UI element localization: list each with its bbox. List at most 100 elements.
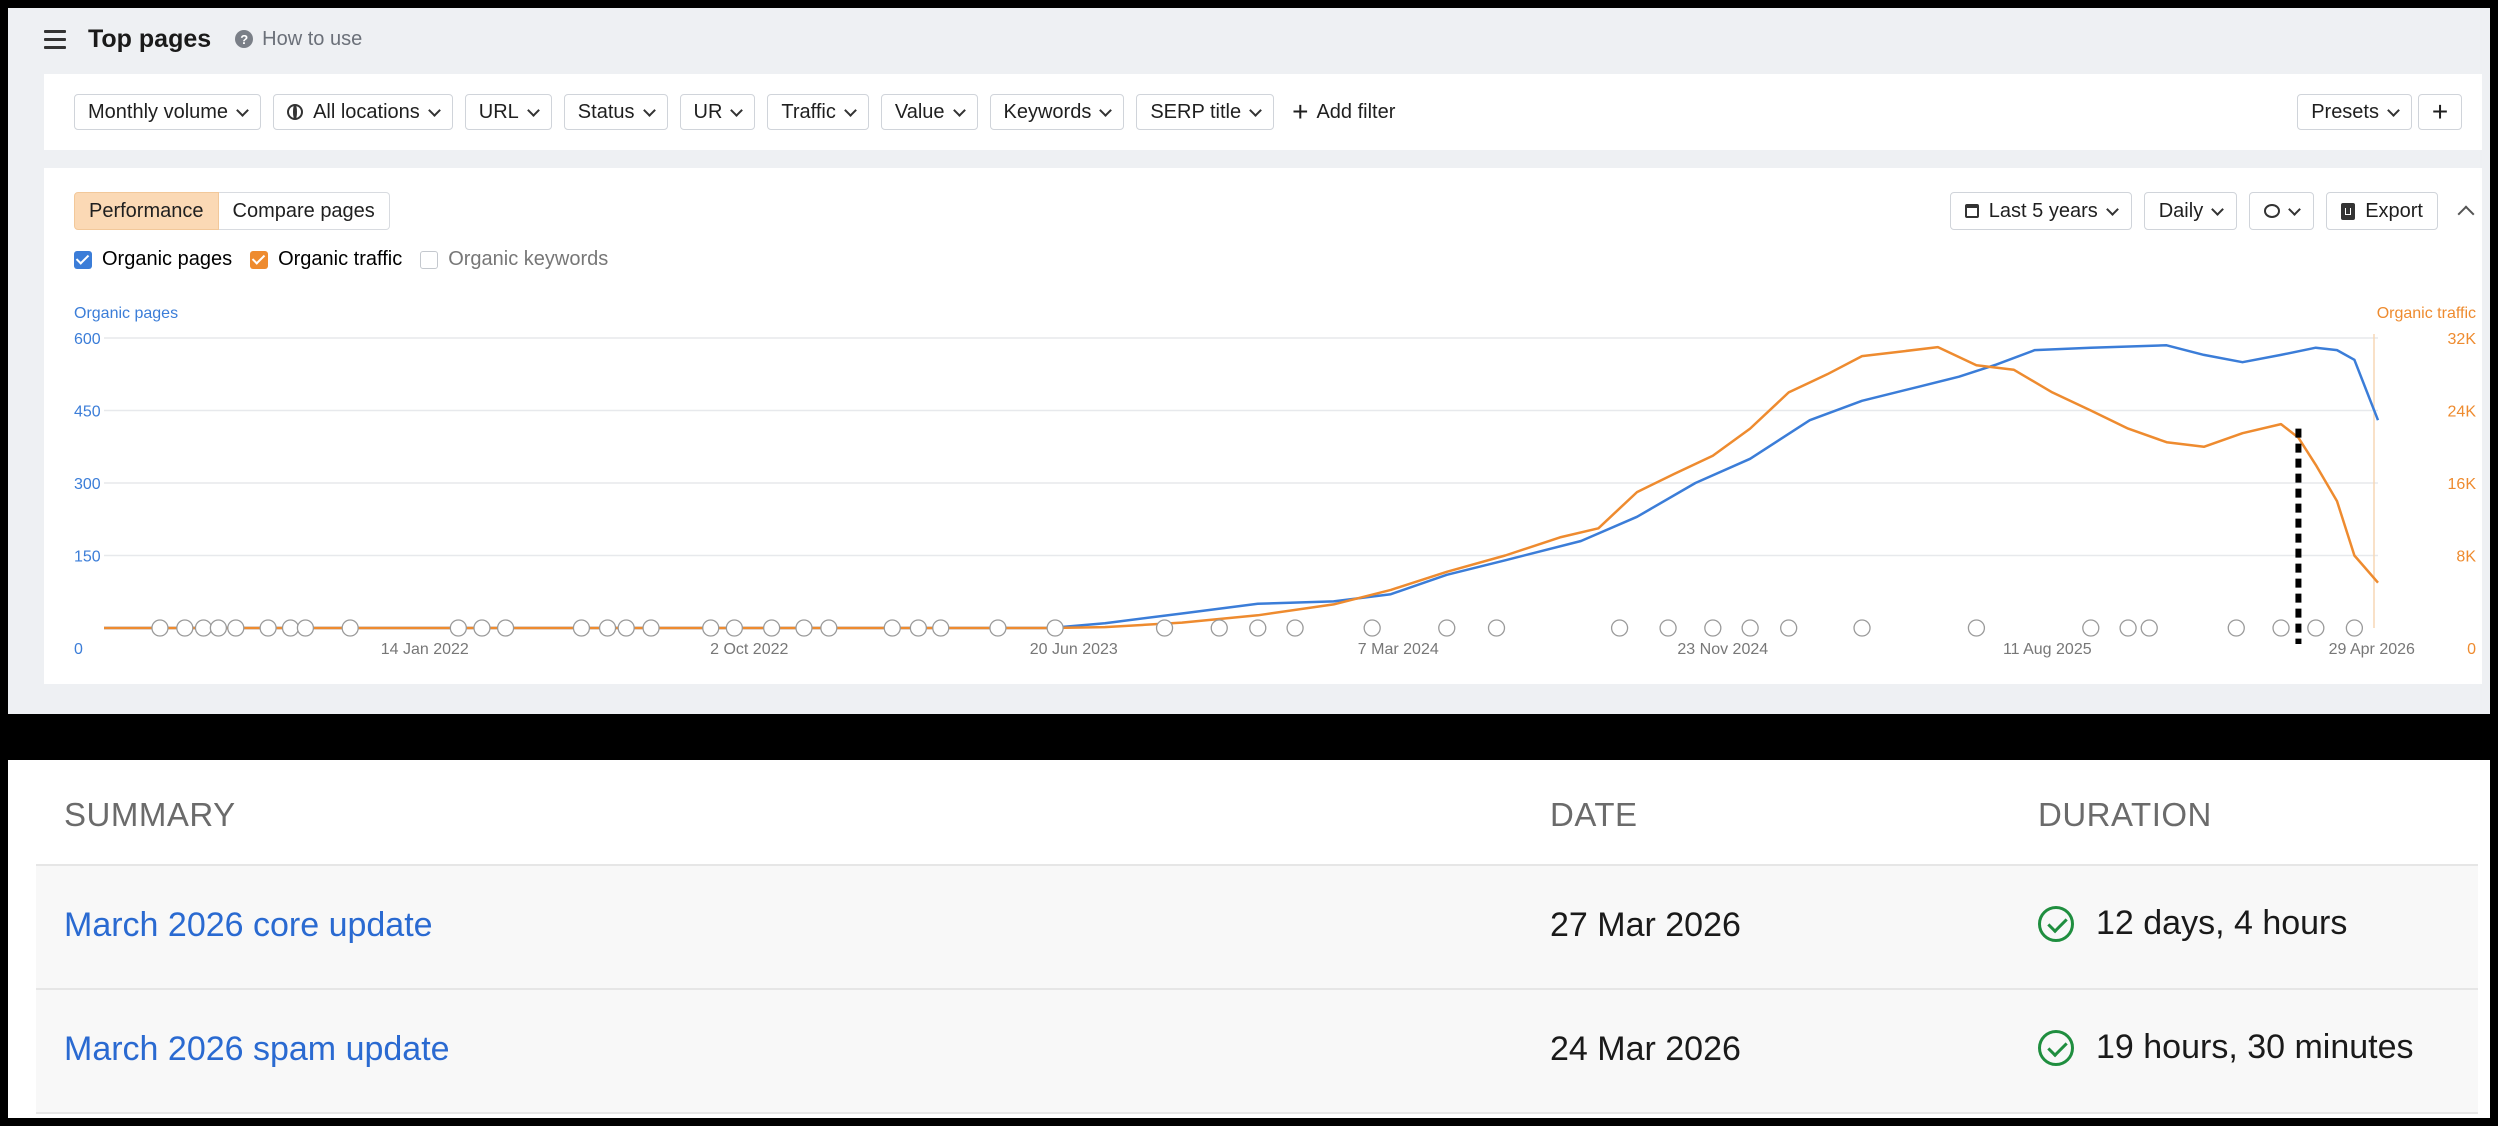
note-icon: [449, 619, 467, 637]
update-duration: 12 days, 4 hours: [2038, 904, 2347, 943]
chevron-down-icon: [236, 103, 249, 117]
google-update-icon: [598, 619, 617, 637]
google-update-icon: [1286, 619, 1304, 637]
add-preset-button[interactable]: +: [2418, 94, 2462, 130]
chevron-down-icon: [730, 103, 744, 117]
x-tick-label: 7 Mar 2024: [1358, 641, 1439, 658]
filter-label: Keywords: [1003, 100, 1092, 123]
google-update-icon: [1249, 619, 1267, 637]
filter-url[interactable]: URL: [464, 94, 552, 130]
filter-keywords[interactable]: Keywords: [989, 94, 1125, 130]
performance-chart: Organic pages Organic traffic 0 0 150 8K 300 16…: [74, 305, 2477, 658]
filter-serp-title[interactable]: SERP title: [1136, 94, 1275, 130]
globe-icon: [287, 104, 304, 120]
table-row: March 2026 core update 27 Mar 2026 12 da…: [36, 866, 2478, 990]
chevron-down-icon: [427, 103, 441, 117]
add-filter-button[interactable]: + Add filter: [1292, 98, 1395, 126]
google-update-icon: [2227, 619, 2245, 637]
filter-label: Status: [577, 100, 635, 123]
filter-value[interactable]: Value: [880, 94, 978, 130]
table-row: March 2026 spam update 24 Mar 2026 19 ho…: [36, 990, 2478, 1114]
update-link[interactable]: March 2026 core update: [64, 906, 433, 945]
how-to-use-link[interactable]: How to use: [262, 28, 362, 51]
google-updates-table: SUMMARY DATE DURATION March 2026 core up…: [8, 760, 2490, 1118]
filter-all-locations[interactable]: All locations: [273, 94, 453, 130]
y-right-tick-label: 16K: [2448, 476, 2477, 493]
organic-pages-line: [104, 344, 2380, 630]
chevron-down-icon: [2387, 103, 2400, 117]
google-update-icon: [341, 619, 359, 637]
google-update-icon: [820, 619, 838, 637]
note-icon: [763, 619, 781, 637]
note-icon: [209, 619, 228, 637]
page-header: Top pages ? How to use: [8, 8, 2490, 70]
y-right-tick-label: 8K: [2456, 549, 2476, 566]
note-icon: [2140, 619, 2158, 637]
chevron-down-icon: [642, 103, 656, 117]
filter-traffic[interactable]: Traffic: [767, 94, 869, 130]
y-left-tick-label: 0: [74, 641, 83, 658]
plus-icon: +: [1292, 96, 1309, 127]
note-icon: [1741, 619, 1759, 637]
note-icon: [989, 619, 1007, 637]
update-link[interactable]: March 2026 spam update: [64, 1030, 450, 1069]
google-update-icon: [932, 619, 950, 637]
filter-label: URL: [478, 100, 519, 123]
filter-label: Traffic: [781, 100, 836, 123]
google-update-icon: [702, 619, 720, 637]
page-title: Top pages: [88, 24, 212, 53]
google-update-icon: [2119, 619, 2137, 637]
google-update-icon: [227, 619, 245, 637]
filter-status[interactable]: Status: [563, 94, 668, 130]
filter-bar: Monthly volume All locations URL Status …: [44, 74, 2482, 150]
y-right-tick-label: 32K: [2448, 331, 2477, 348]
x-tick-label: 11 Aug 2025: [2003, 641, 2092, 658]
chevron-down-icon: [1249, 103, 1262, 117]
update-date: 24 Mar 2026: [1550, 1030, 1741, 1068]
update-duration: 19 hours, 30 minutes: [2038, 1028, 2414, 1067]
note-icon: [151, 619, 169, 637]
menu-icon[interactable]: [44, 29, 66, 49]
y-left-tick-label: 600: [74, 331, 101, 348]
google-update-icon: [496, 619, 515, 637]
table-header: SUMMARY DATE DURATION: [36, 760, 2478, 866]
note-icon: [2307, 619, 2325, 637]
google-update-icon: [1487, 619, 1506, 637]
duration-text: 12 days, 4 hours: [2096, 904, 2348, 942]
header-summary: SUMMARY: [64, 796, 236, 833]
google-update-icon: [2345, 619, 2364, 637]
header-duration: DURATION: [2038, 796, 2212, 833]
note-icon: [572, 619, 591, 637]
google-update-icon: [194, 619, 213, 637]
google-update-icon: [259, 619, 277, 637]
x-tick-label: 29 Apr 2026: [2329, 641, 2415, 658]
question-circle-icon[interactable]: ?: [235, 30, 254, 48]
right-axis-title: Organic traffic: [2377, 305, 2476, 322]
x-tick-label: 14 Jan 2022: [381, 641, 469, 658]
x-tick-label: 20 Jun 2023: [1030, 641, 1118, 658]
google-update-icon: [909, 619, 928, 637]
note-icon: [642, 619, 660, 637]
filter-monthly-volume[interactable]: Monthly volume: [74, 94, 262, 130]
google-update-icon: [2272, 619, 2290, 637]
presets-dropdown[interactable]: Presets: [2297, 94, 2412, 130]
google-update-icon: [1155, 619, 1174, 637]
chart-card: Performance Compare pages Last 5 years D…: [44, 168, 2482, 684]
note-icon: [1967, 619, 1986, 637]
google-update-icon: [473, 619, 491, 637]
note-icon: [1210, 619, 1228, 637]
google-update-icon: [617, 619, 635, 637]
chevron-down-icon: [952, 103, 966, 117]
chevron-down-icon: [843, 103, 857, 117]
note-icon: [1363, 619, 1381, 637]
left-axis-title: Organic pages: [74, 305, 178, 322]
add-filter-label: Add filter: [1316, 100, 1396, 123]
y-left-tick-label: 150: [74, 549, 101, 566]
organic-traffic-line: [104, 345, 2379, 630]
google-update-icon: [1659, 619, 1677, 637]
top-pages-panel: Top pages ? How to use Monthly volume Al…: [8, 8, 2490, 714]
header-date: DATE: [1550, 796, 1638, 833]
check-circle-icon: [2038, 905, 2074, 942]
filter-ur[interactable]: UR: [679, 94, 756, 130]
check-circle-icon: [2038, 1029, 2074, 1066]
